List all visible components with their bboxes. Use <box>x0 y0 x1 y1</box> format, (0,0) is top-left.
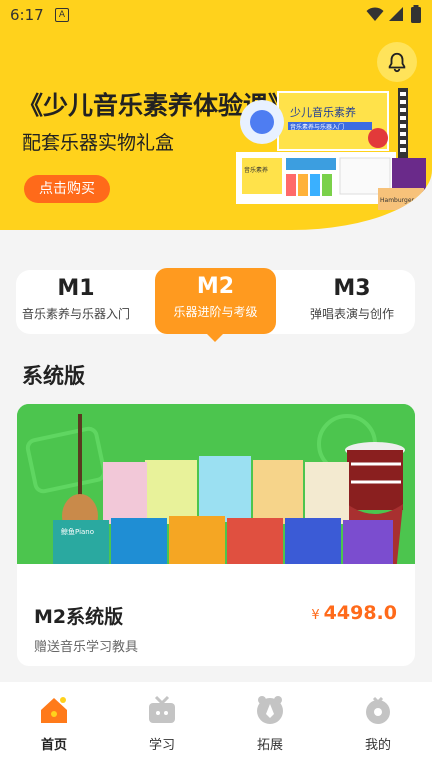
notification-a-icon: A <box>55 8 69 22</box>
bell-icon <box>388 52 406 73</box>
box-subtitle: 音乐素养与乐器入门 <box>290 123 344 131</box>
product-gift: 赠送音乐学习教具 <box>34 640 139 655</box>
nav-study-label: 学习 <box>148 738 175 753</box>
tab-code: M2 <box>196 274 235 299</box>
tab-desc: 弹唱表演与创作 <box>309 307 394 321</box>
nav-profile[interactable]: 我的 <box>324 682 432 768</box>
nav-home[interactable]: 首页 <box>0 682 108 768</box>
price-value: 4498.0 <box>323 602 397 624</box>
tab-code: M3 <box>333 276 371 301</box>
status-time: 6:17 <box>10 6 44 24</box>
nav-profile-label: 我的 <box>364 738 391 753</box>
signal-icon <box>389 7 403 21</box>
level-tabs: M1 音乐素养与乐器入门 M2 乐器进阶与考级 M3 弹唱表演与创作 <box>16 268 415 342</box>
product-card[interactable]: 鲸鱼Piano M2系统版 ¥4498.0 赠送音乐学习教具 <box>17 404 415 666</box>
book-label: 鲸鱼Piano <box>61 527 94 536</box>
box-title: 少儿音乐素养 <box>290 105 356 119</box>
tab-m3[interactable]: M3 弹唱表演与创作 <box>292 270 412 334</box>
home-icon <box>41 697 67 723</box>
wifi-icon <box>366 7 384 21</box>
product-price: ¥4498.0 <box>311 602 397 624</box>
status-bar: 6:17 A <box>0 0 432 30</box>
buy-button[interactable]: 点击购买 <box>24 175 110 203</box>
banner-subtitle: 配套乐器实物礼盒 <box>22 132 175 154</box>
nav-extend[interactable]: 拓展 <box>216 682 324 768</box>
tv-icon <box>149 695 175 723</box>
hamburger-label: Hamburger <box>380 197 415 204</box>
profile-icon <box>366 696 390 724</box>
extend-icon <box>257 696 283 724</box>
tab-m1[interactable]: M1 音乐素养与乐器入门 <box>16 270 136 334</box>
gift-box-illustration: 少儿音乐素养 音乐素养与乐器入门 音乐素养 Hamburger <box>236 88 426 210</box>
product-card-label: 音乐素养 <box>244 166 268 174</box>
nav-extend-label: 拓展 <box>256 738 283 753</box>
nav-home-label: 首页 <box>40 738 67 753</box>
section-title: 系统版 <box>22 364 85 388</box>
promo-banner[interactable]: 《少儿音乐素养体验课》 配套乐器实物礼盒 点击购买 少儿音乐素养 音乐素养与乐器… <box>0 0 432 230</box>
product-name: M2系统版 <box>34 606 124 628</box>
tab-m2[interactable]: M2 乐器进阶与考级 <box>155 268 276 342</box>
tab-desc: 音乐素养与乐器入门 <box>21 307 130 321</box>
product-image: 鲸鱼Piano <box>17 404 415 588</box>
notification-button[interactable] <box>377 42 417 82</box>
battery-icon <box>411 5 421 23</box>
tab-desc: 乐器进阶与考级 <box>173 305 258 319</box>
bottom-nav: 首页 学习 拓展 我的 <box>0 682 432 768</box>
nav-study[interactable]: 学习 <box>108 682 216 768</box>
price-currency: ¥ <box>311 608 320 623</box>
tab-code: M1 <box>57 276 95 301</box>
